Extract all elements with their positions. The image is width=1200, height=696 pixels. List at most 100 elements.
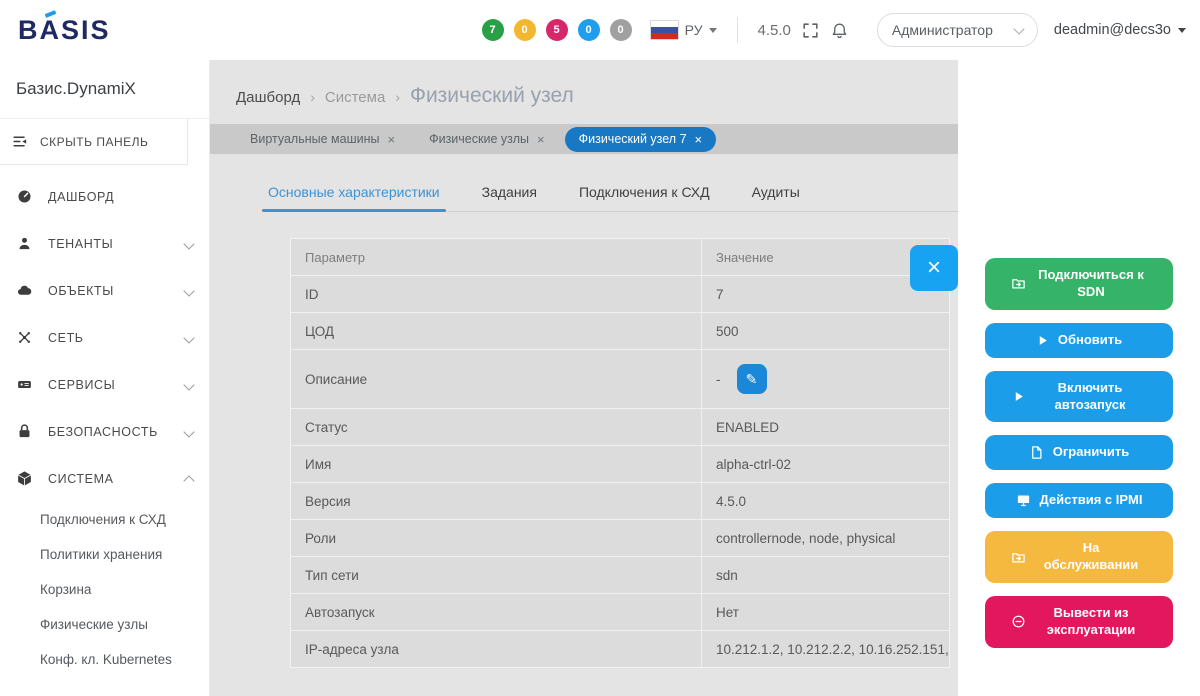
sidebar-subitem-kubernetes-config[interactable]: Конф. кл. Kubernetes — [0, 642, 209, 677]
account-menu[interactable]: deadmin@decs3o — [1054, 22, 1186, 38]
sidebar-item-security[interactable]: БЕЗОПАСНОСТЬ — [0, 408, 209, 455]
status-badge-green[interactable]: 7 — [482, 19, 504, 41]
table-row-ip-addresses: IP-адреса узла 10.212.1.2, 10.212.2.2, 1… — [291, 631, 949, 667]
action-label: На обслуживании — [1035, 540, 1147, 574]
connect-sdn-button[interactable]: Подключиться к SDN — [985, 258, 1173, 310]
sidebar-item-label: СИСТЕМА — [48, 472, 114, 486]
sidebar-subitem-storage-connections[interactable]: Подключения к СХД — [0, 502, 209, 537]
breadcrumb-dashboard[interactable]: Дашборд — [236, 89, 300, 106]
sidebar-subitem-recycle-bin[interactable]: Корзина — [0, 572, 209, 607]
enable-autostart-button[interactable]: Включить автозапуск — [985, 371, 1173, 423]
account-label: deadmin@decs3o — [1054, 22, 1171, 38]
tab-chip-label: Физические узлы — [429, 132, 529, 146]
sidebar-item-label: БЕЗОПАСНОСТЬ — [48, 425, 158, 439]
sidebar-item-services[interactable]: СЕРВИСЫ — [0, 361, 209, 408]
document-icon — [1029, 445, 1044, 460]
collapse-menu-icon — [12, 133, 29, 150]
param-cell: Тип сети — [291, 559, 701, 592]
hide-panel-button[interactable]: СКРЫТЬ ПАНЕЛЬ — [0, 119, 188, 165]
table-row-status: Статус ENABLED — [291, 409, 949, 446]
tab-main-characteristics[interactable]: Основные характеристики — [268, 184, 440, 211]
header-divider — [737, 17, 738, 43]
action-label: Действия с IPMI — [1040, 492, 1143, 509]
sidebar-item-system[interactable]: СИСТЕМА — [0, 455, 209, 502]
logo-text: A — [40, 15, 62, 45]
close-icon[interactable]: × — [537, 132, 545, 147]
tab-chip-label: Физический узел 7 — [579, 132, 687, 146]
param-cell: Имя — [291, 448, 701, 481]
caret-down-icon — [1178, 28, 1186, 33]
bell-icon[interactable] — [830, 21, 849, 40]
breadcrumb-separator: › — [395, 89, 400, 105]
close-icon[interactable]: × — [695, 132, 703, 147]
decommission-button[interactable]: Вывести из эксплуатации — [985, 596, 1173, 648]
maintenance-button[interactable]: На обслуживании — [985, 531, 1173, 583]
minus-circle-icon — [1011, 614, 1026, 629]
value-cell: ENABLED — [701, 409, 949, 445]
close-detail-button[interactable]: × — [910, 245, 958, 291]
status-badge-blue[interactable]: 0 — [578, 19, 600, 41]
system-icon — [16, 470, 33, 487]
value-cell: 4.5.0 — [701, 483, 949, 519]
refresh-button[interactable]: Обновить — [985, 323, 1173, 358]
app-root: BASIS 7 0 5 0 0 РУ 4.5.0 Администратор — [0, 0, 1200, 696]
value-cell: - ✎ — [701, 350, 949, 408]
breadcrumb-separator: › — [310, 89, 315, 105]
chevron-down-icon — [183, 379, 194, 390]
product-title: Базис.DynamiX — [0, 60, 209, 119]
header-right-cluster: 7 0 5 0 0 РУ 4.5.0 Администратор — [482, 13, 1186, 47]
logo-text: B — [18, 15, 40, 46]
value-cell: alpha-ctrl-02 — [701, 446, 949, 482]
tab-chip-physical-node-7[interactable]: Физический узел 7 × — [565, 127, 717, 152]
tab-chip-virtual-machines[interactable]: Виртуальные машины × — [236, 127, 409, 152]
pencil-icon: ✎ — [746, 371, 758, 388]
network-icon — [16, 329, 33, 346]
hide-panel-label: СКРЫТЬ ПАНЕЛЬ — [40, 135, 148, 149]
system-submenu: Подключения к СХД Политики хранения Корз… — [0, 502, 209, 677]
sidebar-item-tenants[interactable]: ТЕНАНТЫ — [0, 220, 209, 267]
language-selector[interactable]: РУ — [650, 20, 717, 40]
services-icon — [16, 376, 33, 393]
tab-storage-connections[interactable]: Подключения к СХД — [579, 184, 710, 211]
sidebar-item-objects[interactable]: ОБЪЕКТЫ — [0, 267, 209, 314]
close-icon[interactable]: × — [388, 132, 396, 147]
tab-chip-label: Виртуальные машины — [250, 132, 380, 146]
basis-logo[interactable]: BASIS — [18, 15, 111, 46]
status-badge-yellow[interactable]: 0 — [514, 19, 536, 41]
ipmi-actions-button[interactable]: Действия с IPMI — [985, 483, 1173, 518]
folder-arrow-icon — [1011, 276, 1026, 291]
restrict-button[interactable]: Ограничить — [985, 435, 1173, 470]
sidebar-subitem-storage-policies[interactable]: Политики хранения — [0, 537, 209, 572]
table-row-network-type: Тип сети sdn — [291, 557, 949, 594]
sidebar-item-network[interactable]: СЕТЬ — [0, 314, 209, 361]
monitor-icon — [1016, 493, 1031, 508]
russian-flag-icon — [650, 20, 679, 40]
table-row-id: ID 7 — [291, 276, 949, 313]
status-badge-gray[interactable]: 0 — [610, 19, 632, 41]
chevron-up-icon — [183, 475, 194, 486]
fullscreen-icon[interactable] — [801, 21, 820, 40]
chevron-down-icon — [1013, 23, 1024, 34]
sidebar-subitem-physical-nodes[interactable]: Физические узлы — [0, 607, 209, 642]
tab-chip-physical-nodes[interactable]: Физические узлы × — [415, 127, 559, 152]
status-badge-red[interactable]: 5 — [546, 19, 568, 41]
action-label: Вывести из эксплуатации — [1035, 605, 1147, 639]
tab-audits[interactable]: Аудиты — [752, 184, 800, 211]
role-select[interactable]: Администратор — [877, 13, 1038, 47]
sidebar-item-label: ТЕНАНТЫ — [48, 237, 113, 251]
chevron-down-icon — [183, 332, 194, 343]
sidebar: Базис.DynamiX СКРЫТЬ ПАНЕЛЬ ДАШБОРД ТЕНА… — [0, 60, 210, 696]
sidebar-item-label: ДАШБОРД — [48, 190, 114, 204]
sidebar-item-dashboard[interactable]: ДАШБОРД — [0, 173, 209, 220]
breadcrumb-system[interactable]: Система — [325, 89, 385, 106]
sidebar-item-label: СЕРВИСЫ — [48, 378, 115, 392]
param-cell: IP-адреса узла — [291, 633, 701, 666]
chevron-down-icon — [183, 285, 194, 296]
sidebar-nav: ДАШБОРД ТЕНАНТЫ ОБЪЕКТЫ СЕТЬ СЕРВИСЫ — [0, 165, 209, 677]
param-cell: ЦОД — [291, 315, 701, 348]
edit-description-button[interactable]: ✎ — [737, 364, 767, 394]
chevron-down-icon — [183, 238, 194, 249]
lock-icon — [16, 423, 33, 440]
tab-tasks[interactable]: Задания — [482, 184, 537, 211]
value-cell: 10.212.1.2, 10.212.2.2, 10.16.252.151, 1… — [701, 631, 949, 667]
